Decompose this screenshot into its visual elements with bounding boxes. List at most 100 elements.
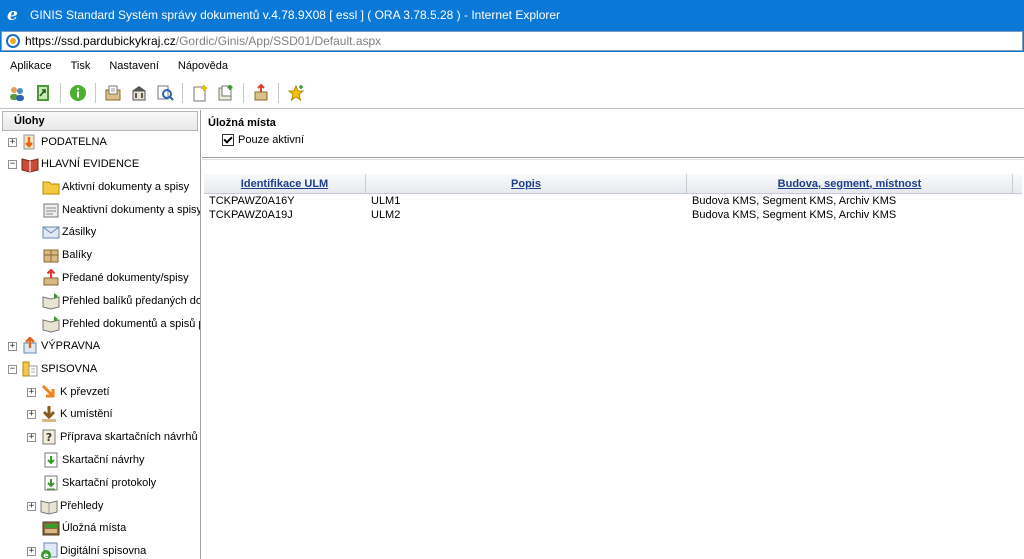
tasks-tree-panel: Úlohy + PODATELNA − HLAVNÍ EVIDENCE Akti… [0,110,201,559]
collapse-toggle[interactable]: − [8,364,17,374]
new-document-button[interactable] [189,82,211,104]
tree-item-zasilky[interactable]: Zásilky [41,221,96,243]
cell-popis: ULM1 [371,195,401,207]
svg-text:e: e [43,551,49,559]
archive-icon [20,359,40,379]
tree-item-label: SPISOVNA [41,363,98,375]
internet-explorer-icon: e [7,5,18,25]
envelope-icon [41,222,61,242]
menu-aplikace[interactable]: Aplikace [4,60,59,72]
new-file-button[interactable] [215,82,237,104]
tree-item-aktivni-dokumenty[interactable]: Aktivní dokumenty a spisy [41,176,189,198]
only-active-label: Pouze aktivní [238,134,305,146]
exit-button[interactable] [32,82,54,104]
tree-item-podatelna[interactable]: + PODATELNA [8,131,107,153]
tree-item-label: K umístění [60,408,113,420]
tree-item-ulozna-mista[interactable]: Úložná místa [41,517,126,539]
outbox-icon [20,336,40,356]
tree-item-prehledy[interactable]: + Přehledy [27,495,103,517]
document-icon [41,200,61,220]
tree-item-spisovna[interactable]: − SPISOVNA [8,358,97,380]
only-active-filter[interactable]: Pouze aktivní [222,134,304,146]
toolbar-separator [182,83,183,103]
users-icon [10,87,24,101]
cell-identifikace: TCKPAWZ0A16Y [209,195,295,207]
table-row[interactable]: TCKPAWZ0A16Y ULM1 Budova KMS, Segment KM… [204,194,1022,208]
expand-toggle[interactable]: + [27,501,36,511]
exit-icon [37,85,49,101]
tree-item-prehled-dokumentu[interactable]: Přehled dokumentů a spisů před [41,313,200,335]
address-bar: https://ssd.pardubickykraj.cz/Gordic/Gin… [0,30,1024,52]
expand-toggle[interactable]: + [8,341,17,351]
menu-nastaveni[interactable]: Nastavení [103,60,166,72]
book-arrow-icon [41,291,61,311]
main-content: Úložná místa Pouze aktivní Identifikace … [202,110,1024,559]
tree-item-label: Úložná místa [62,522,127,534]
page-favicon-icon [6,34,20,48]
search-button[interactable] [154,82,176,104]
handover-icon [254,84,268,101]
menu-bar: Aplikace Tisk Nastavení Nápověda [0,55,1024,77]
expand-toggle[interactable]: + [27,387,36,397]
tree-item-baliky[interactable]: Balíky [41,244,92,266]
tree-item-skartacni-protokoly[interactable]: Skartační protokoly [41,472,156,494]
arrow-receive-icon [39,382,59,402]
tree-item-k-umisteni[interactable]: + K umístění [27,403,113,425]
address-field[interactable]: https://ssd.pardubickykraj.cz/Gordic/Gin… [1,31,1023,51]
window-title-bar: e GINIS Standard Systém správy dokumentů… [0,0,1024,30]
arrow-place-icon [39,404,59,424]
tree-item-label: VÝPRAVNA [41,340,101,352]
menu-tisk[interactable]: Tisk [65,60,98,72]
only-active-checkbox[interactable] [222,134,234,146]
question-doc-icon: ? [39,427,59,447]
archive-button[interactable] [128,82,150,104]
tree-item-label: Aktivní dokumenty a spisy [62,181,190,193]
tree-item-predane-dokumenty[interactable]: Předané dokumenty/spisy [41,267,189,289]
divider [202,157,1024,158]
column-header-budova[interactable]: Budova, segment, místnost [687,174,1013,193]
tree-item-neaktivni-dokumenty[interactable]: Neaktivní dokumenty a spisy [41,199,200,221]
expand-toggle[interactable]: + [27,432,36,442]
tree-item-label: Přehledy [60,500,104,512]
column-header-popis[interactable]: Popis [366,174,687,193]
inbox-button[interactable] [102,82,124,104]
table-header: Identifikace ULM Popis Budova, segment, … [204,174,1022,194]
inbox-tray-icon [105,85,121,101]
cell-popis: ULM2 [371,209,401,221]
tree-item-label: PODATELNA [41,136,107,148]
page-title: Úložná místa [208,117,276,129]
handover-button[interactable] [250,82,272,104]
handover-icon [41,268,61,288]
column-header-identifikace[interactable]: Identifikace ULM [204,174,366,193]
tree-item-hlavni-evidence[interactable]: − HLAVNÍ EVIDENCE [8,153,139,175]
expand-toggle[interactable]: + [8,137,17,147]
tree-item-label: Přehled dokumentů a spisů před [62,318,200,330]
star-add-icon [287,84,305,102]
search-document-icon [157,85,174,101]
tree-item-label: Zásilky [62,226,97,238]
storage-locations-table: Identifikace ULM Popis Budova, segment, … [204,174,1022,222]
tree-item-k-prevzeti[interactable]: + K převzetí [27,381,110,403]
tree-item-vypravna[interactable]: + VÝPRAVNA [8,335,100,357]
toolbar-separator [278,83,279,103]
digital-archive-icon: e [39,541,59,559]
tree-item-label: Skartační protokoly [62,477,157,489]
collapse-toggle[interactable]: − [8,159,17,169]
menu-napoveda[interactable]: Nápověda [172,60,235,72]
expand-toggle[interactable]: + [27,546,36,556]
table-row[interactable]: TCKPAWZ0A19J ULM2 Budova KMS, Segment KM… [204,208,1022,222]
users-button[interactable] [6,82,28,104]
toolbar-separator [243,83,244,103]
info-button[interactable] [67,82,89,104]
tree-item-digitalni-spisovna[interactable]: + e Digitální spisovna [27,540,146,559]
shred-protocol-icon [41,473,61,493]
toolbar [0,78,1024,109]
tree-item-skartacni-navrhy[interactable]: Skartační návrhy [41,449,145,471]
address-url[interactable]: https://ssd.pardubickykraj.cz/Gordic/Gin… [25,34,381,48]
tree-item-prehled-baliku[interactable]: Přehled balíků předaných do sp [41,290,200,312]
column-header-label: Budova, segment, místnost [777,177,922,190]
favorites-button[interactable] [285,82,307,104]
tree-item-priprava-skartacnich-navrhu[interactable]: + ? Příprava skartačních návrhů [27,426,198,448]
expand-toggle[interactable]: + [27,409,36,419]
shred-proposal-icon [41,450,61,470]
